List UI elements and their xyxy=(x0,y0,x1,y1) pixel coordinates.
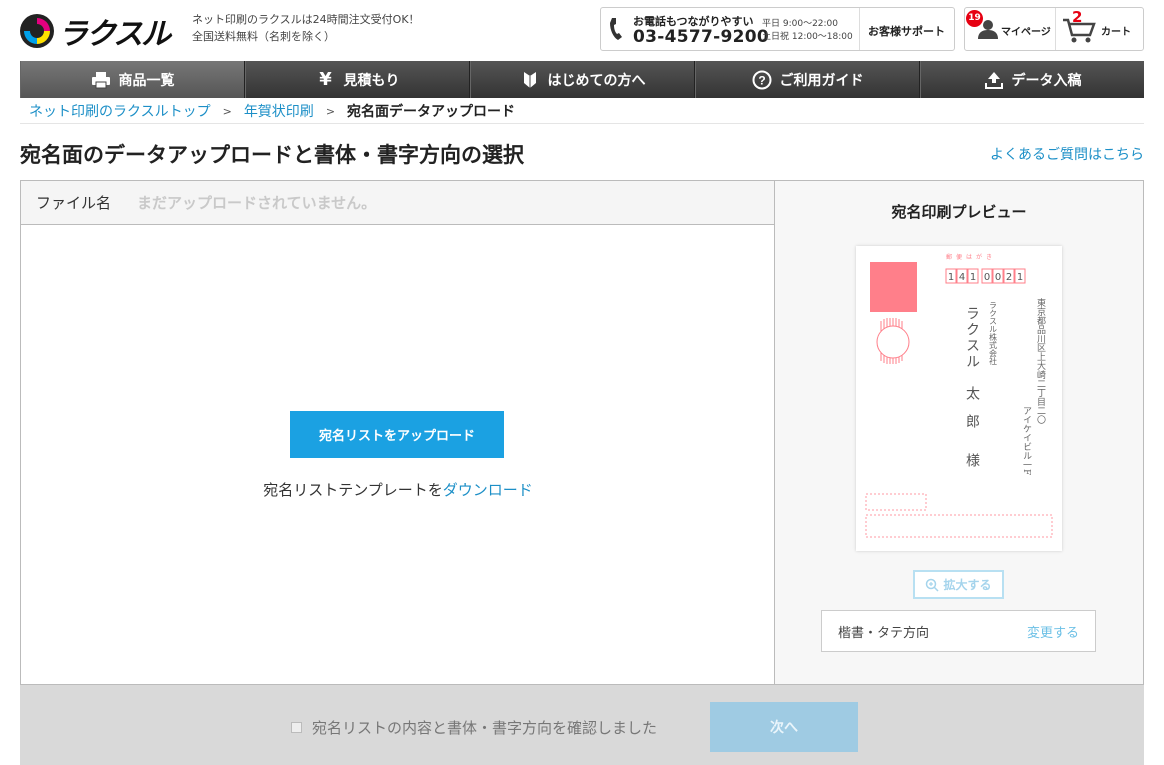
nav-item-data-upload[interactable]: データ入稿 xyxy=(920,61,1144,98)
zoom-button[interactable]: 拡大する xyxy=(913,570,1004,599)
change-style-link[interactable]: 変更する xyxy=(1027,622,1079,641)
file-name-label: ファイル名 xyxy=(36,194,112,212)
file-name-row: ファイル名 まだアップロードされていません。 xyxy=(21,181,774,225)
raksul-logo[interactable]: ラクスル xyxy=(20,9,171,53)
tagline-line-2: 全国送料無料（名刺を除く） xyxy=(192,30,335,43)
address-line-2: アイケイビル一F xyxy=(1021,406,1032,475)
page-title: 宛名面のデータアップロードと書体・書字方向の選択 xyxy=(20,143,524,167)
zoom-label: 拡大する xyxy=(943,578,992,592)
logo-text: ラクスル xyxy=(58,17,171,52)
mypage-label: マイページ xyxy=(1001,27,1051,38)
template-prefix: 宛名リストテンプレートを xyxy=(263,481,443,499)
breadcrumb: ネット印刷のラクスルトップ > 年賀状印刷 > 宛名面データアップロード xyxy=(29,101,515,121)
customer-support-link[interactable]: お客様サポート xyxy=(868,23,945,39)
upload-panel: ファイル名 まだアップロードされていません。 宛名リストをアップロード 宛名リス… xyxy=(20,180,1144,685)
postal-code-boxes: 1410021 xyxy=(945,268,1026,284)
faq-link[interactable]: よくあるご質問はこちら xyxy=(990,144,1144,164)
breadcrumb-current: 宛名面データアップロード xyxy=(347,104,516,120)
postal-digit: 1 xyxy=(948,272,954,283)
phone-number[interactable]: 03-4577-9200 xyxy=(633,27,769,47)
recipient-surname: ラクスル xyxy=(964,306,980,370)
nav-item-estimate[interactable]: ¥ 見積もり xyxy=(245,61,470,98)
upload-icon xyxy=(984,70,1004,90)
honorific: 様 xyxy=(964,453,980,467)
postcard-header: 郵便はがき xyxy=(946,253,996,261)
nav-item-guide[interactable]: ? ご利用ガイド xyxy=(695,61,920,98)
user-menu: 19 マイページ 2 カート xyxy=(964,7,1144,51)
upload-address-list-button[interactable]: 宛名リストをアップロード xyxy=(290,411,504,458)
postal-digit: 1 xyxy=(970,272,976,283)
mypage-button[interactable]: 19 マイページ xyxy=(965,8,1055,50)
confirm-label: 宛名リストの内容と書体・書字方向を確認しました xyxy=(312,719,658,737)
logo-mark-icon xyxy=(20,14,54,48)
postal-digit: 2 xyxy=(1006,272,1012,283)
cart-label: カート xyxy=(1101,27,1131,38)
nav-label: ご利用ガイド xyxy=(779,72,864,89)
printer-icon xyxy=(91,70,111,90)
divider xyxy=(859,8,860,50)
postal-digit: 4 xyxy=(959,272,965,283)
cart-button[interactable]: 2 カート xyxy=(1056,8,1144,50)
nav-label: はじめての方へ xyxy=(547,72,646,89)
next-button[interactable]: 次へ xyxy=(710,702,858,752)
header-tagline: ネット印刷のラクスルは24時間注文受付OK！ 全国送料無料（名刺を除く） xyxy=(192,11,420,45)
recipient-given-name: 太郎 xyxy=(964,386,980,442)
notification-badge: 19 xyxy=(966,10,983,27)
tagline-line-1: ネット印刷のラクスルは24時間注文受付OK！ xyxy=(192,13,420,26)
nav-item-products[interactable]: 商品一覧 xyxy=(20,61,245,98)
address-line-1: 東京都品川区上大崎二丁目二〇 xyxy=(1035,297,1046,424)
template-download-line: 宛名リストテンプレートをダウンロード xyxy=(21,479,775,500)
postcard-preview: 郵便はがき 1410021 東京都品川区上大崎二丁目二〇 アイケイビル一F ラク… xyxy=(856,246,1062,551)
file-status: まだアップロードされていません。 xyxy=(137,194,377,212)
phone-icon xyxy=(610,18,622,40)
confirm-checkbox-row[interactable]: 宛名リストの内容と書体・書字方向を確認しました xyxy=(291,717,657,738)
preview-title: 宛名印刷プレビュー xyxy=(891,203,1027,221)
site-header: ラクスル ネット印刷のラクスルは24時間注文受付OK！ 全国送料無料（名刺を除く… xyxy=(0,0,1164,60)
nav-item-beginners[interactable]: はじめての方へ xyxy=(470,61,695,98)
postal-digit: 0 xyxy=(995,272,1001,283)
cart-count: 2 xyxy=(1072,8,1083,26)
breadcrumb-separator: > xyxy=(325,104,336,118)
breadcrumb-link-top[interactable]: ネット印刷のラクスルトップ xyxy=(29,101,211,121)
preview-pane: 宛名印刷プレビュー 郵便はがき 1410021 東京都品川区上大崎二丁目二〇 ア… xyxy=(775,181,1143,684)
phone-hours: 平日 9:00～22:00 土日祝 12:00～18:00 xyxy=(762,18,853,44)
font-direction-selector: 楷書・タテ方向 変更する xyxy=(821,610,1096,652)
question-circle-icon: ? xyxy=(752,70,772,90)
stamp-box xyxy=(870,262,917,312)
font-direction-label: 楷書・タテ方向 xyxy=(838,625,930,641)
company-name: ラクスル株式会社 xyxy=(989,301,998,366)
postal-digit: 0 xyxy=(984,272,990,283)
confirm-checkbox[interactable] xyxy=(291,722,302,733)
yen-icon: ¥ xyxy=(319,69,332,90)
breadcrumb-separator: > xyxy=(222,104,232,118)
nav-label: データ入稿 xyxy=(1011,72,1082,89)
template-download-link[interactable]: ダウンロード xyxy=(443,481,533,499)
phone-contact-box: お電話もつながりやすい 03-4577-9200 平日 9:00～22:00 土… xyxy=(600,7,955,51)
beginner-mark-icon xyxy=(520,70,540,90)
zoom-in-icon xyxy=(926,578,940,592)
hours-weekday: 平日 9:00～22:00 xyxy=(762,19,839,29)
hours-weekend: 土日祝 12:00～18:00 xyxy=(762,32,853,42)
svg-text:?: ? xyxy=(758,73,765,87)
nav-label: 商品一覧 xyxy=(118,72,175,89)
global-nav: 商品一覧 ¥ 見積もり はじめての方へ ? ご利用ガイド データ入稿 xyxy=(20,61,1144,98)
upload-area: ファイル名 まだアップロードされていません。 宛名リストをアップロード 宛名リス… xyxy=(21,181,775,684)
postal-digit: 1 xyxy=(1017,272,1023,283)
action-bar: 宛名リストの内容と書体・書字方向を確認しました 次へ xyxy=(20,685,1144,765)
nav-label: 見積もり xyxy=(343,72,400,89)
divider xyxy=(20,123,1144,124)
breadcrumb-link-nengajo[interactable]: 年賀状印刷 xyxy=(244,101,314,121)
